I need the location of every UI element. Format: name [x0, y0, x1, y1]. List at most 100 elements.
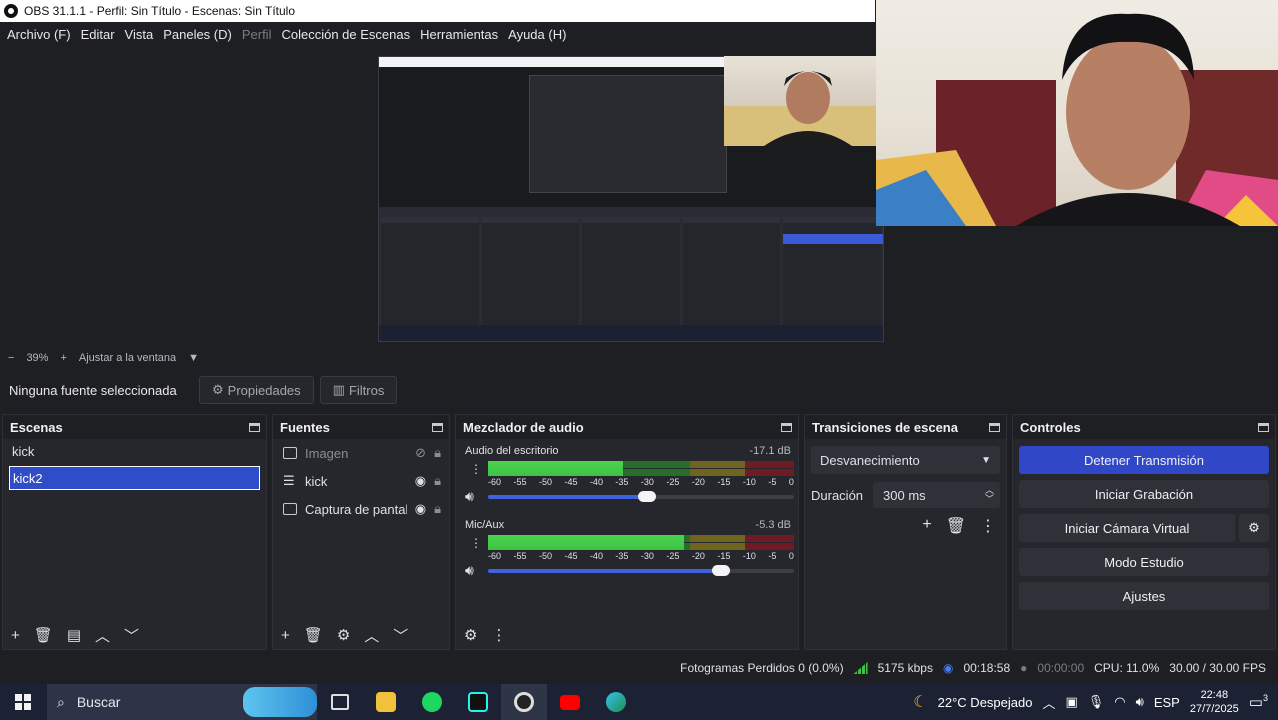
speaker-icon[interactable]: 🔊︎	[465, 488, 474, 505]
meter-tick-label: -5	[768, 551, 777, 561]
meter-tick-label: -40	[589, 477, 603, 487]
task-view-icon[interactable]	[317, 684, 363, 720]
stop-streaming-button[interactable]: Detener Transmisión	[1019, 446, 1269, 474]
scene-item-selected[interactable]: kick2	[9, 466, 260, 490]
mixer-toolbar: ⚙ ⋮	[456, 621, 798, 649]
source-item[interactable]: Captura de pantalla ◉ 🔒︎	[273, 495, 449, 523]
add-transition-icon[interactable]: +	[922, 516, 931, 536]
filters-icon[interactable]: ▤	[67, 626, 81, 644]
properties-button[interactable]: ⚙ Propiedades	[199, 376, 314, 404]
undock-icon[interactable]	[989, 422, 1000, 432]
advanced-audio-icon[interactable]: ⚙	[464, 626, 477, 644]
eye-icon[interactable]: ◉	[415, 501, 426, 517]
stream-time: 00:18:58	[963, 661, 1011, 675]
menu-paneles[interactable]: Paneles (D)	[158, 27, 237, 42]
lock-icon[interactable]: 🔒︎	[434, 445, 441, 461]
virtual-camera-settings-icon[interactable]: ⚙	[1239, 514, 1269, 542]
gear-icon[interactable]: ⚙	[337, 626, 350, 644]
transition-menu-icon[interactable]: ⋮	[980, 516, 996, 536]
gear-icon: ⚙	[212, 382, 224, 397]
tray-apps-icon[interactable]: ▣	[1065, 694, 1077, 710]
volume-slider[interactable]	[488, 565, 794, 576]
lock-icon[interactable]: 🔒︎	[434, 501, 441, 517]
undock-icon[interactable]	[1258, 422, 1269, 432]
studio-mode-button[interactable]: Modo Estudio	[1019, 548, 1269, 576]
notifications-icon[interactable]: ▭3	[1249, 693, 1268, 711]
transitions-dock: Transiciones de escena Desvanecimiento ▼…	[804, 414, 1007, 650]
fit-window-option[interactable]: Ajustar a la ventana	[79, 352, 176, 364]
volume-icon[interactable]: 🔊︎	[1136, 694, 1144, 710]
window-titlebar: OBS 31.1.1 - Perfil: Sin Título - Escena…	[0, 0, 875, 22]
spotify-icon[interactable]	[409, 684, 455, 720]
trash-icon[interactable]: 🗑	[34, 626, 53, 644]
tray-chevron-icon[interactable]: ︿	[1042, 693, 1055, 712]
move-down-icon[interactable]: ﹀	[393, 625, 408, 646]
meter-tick-label: -20	[691, 551, 705, 561]
start-virtual-camera-button[interactable]: Iniciar Cámara Virtual	[1019, 514, 1235, 542]
dropped-frames: Fotogramas Perdidos 0 (0.0%)	[680, 661, 844, 675]
weather-text[interactable]: 22°C Despejado	[938, 695, 1033, 710]
move-up-icon[interactable]: ︿	[95, 625, 110, 646]
search-placeholder: Buscar	[76, 694, 121, 710]
source-item[interactable]: ☰ kick ◉ 🔒︎	[273, 467, 449, 495]
channel-menu-icon[interactable]: ⋮	[470, 462, 482, 476]
filters-button[interactable]: ▥ Filtros	[319, 376, 398, 404]
signal-bars-icon	[853, 662, 868, 674]
eye-icon[interactable]: ◉	[415, 473, 426, 489]
preview-zoom-bar: − 39% + Ajustar a la ventana ▼	[0, 350, 1278, 366]
move-down-icon[interactable]: ﹀	[124, 625, 139, 646]
undock-icon[interactable]	[249, 422, 260, 432]
add-source-icon[interactable]: +	[281, 627, 290, 644]
mixer-menu-icon[interactable]: ⋮	[491, 626, 506, 644]
language-indicator[interactable]: ESP	[1154, 695, 1180, 710]
clock[interactable]: 22:48 27/7/2025	[1190, 688, 1239, 716]
menu-coleccion-escenas[interactable]: Colección de Escenas	[276, 27, 415, 42]
tiktok-icon[interactable]	[455, 684, 501, 720]
webcam-overlay	[876, 0, 1278, 226]
meter-tick-label: -25	[666, 551, 680, 561]
menu-vista[interactable]: Vista	[120, 27, 159, 42]
move-up-icon[interactable]: ︿	[364, 625, 379, 646]
windows-start-icon[interactable]	[15, 694, 31, 710]
mixer-title: Mezclador de audio	[463, 419, 584, 435]
meter-tick-label: -60	[488, 551, 502, 561]
duration-spinbox[interactable]: 300 ms ︿ ﹀	[873, 482, 1000, 508]
spin-arrows-icon[interactable]: ︿ ﹀	[985, 486, 994, 504]
obs-taskbar-icon[interactable]	[501, 684, 547, 720]
speaker-icon[interactable]: 🔊︎	[465, 562, 474, 579]
volume-slider-handle[interactable]	[638, 491, 657, 502]
edge-icon[interactable]	[593, 684, 639, 720]
taskbar-search[interactable]: ⌕ Buscar	[47, 684, 317, 720]
trash-icon[interactable]: 🗑	[946, 516, 966, 536]
meter-tick-label: -10	[742, 551, 756, 561]
zoom-in-button[interactable]: +	[60, 352, 66, 364]
scene-item[interactable]: kick	[3, 439, 266, 463]
start-recording-button[interactable]: Iniciar Grabación	[1019, 480, 1269, 508]
file-explorer-icon[interactable]	[363, 684, 409, 720]
weather-moon-icon: ☾	[913, 694, 928, 711]
settings-button[interactable]: Ajustes	[1019, 582, 1269, 610]
source-item[interactable]: Imagen ⊘ 🔒︎	[273, 439, 449, 467]
add-scene-icon[interactable]: +	[11, 627, 20, 644]
menu-herramientas[interactable]: Herramientas	[415, 27, 503, 42]
transition-select[interactable]: Desvanecimiento ▼	[811, 446, 1000, 474]
menu-ayuda[interactable]: Ayuda (H)	[503, 27, 571, 42]
channel-menu-icon[interactable]: ⋮	[470, 536, 482, 550]
menu-archivo[interactable]: Archivo (F)	[2, 27, 76, 42]
menu-perfil[interactable]: Perfil	[237, 27, 277, 42]
eye-hidden-icon[interactable]: ⊘	[415, 445, 426, 461]
zoom-dropdown-icon[interactable]: ▼	[188, 352, 199, 364]
wifi-icon[interactable]: ◠	[1114, 694, 1125, 710]
youtube-icon[interactable]	[547, 684, 593, 720]
menu-editar[interactable]: Editar	[76, 27, 120, 42]
image-icon	[283, 447, 297, 459]
mic-icon[interactable]: 🎙︎	[1088, 694, 1105, 710]
undock-icon[interactable]	[432, 422, 443, 432]
undock-icon[interactable]	[781, 422, 792, 432]
zoom-out-button[interactable]: −	[8, 352, 14, 364]
trash-icon[interactable]: 🗑	[304, 626, 323, 644]
zoom-level: 39%	[26, 352, 49, 364]
volume-slider[interactable]	[488, 491, 794, 502]
volume-slider-handle[interactable]	[711, 565, 730, 576]
lock-icon[interactable]: 🔒︎	[434, 473, 441, 489]
